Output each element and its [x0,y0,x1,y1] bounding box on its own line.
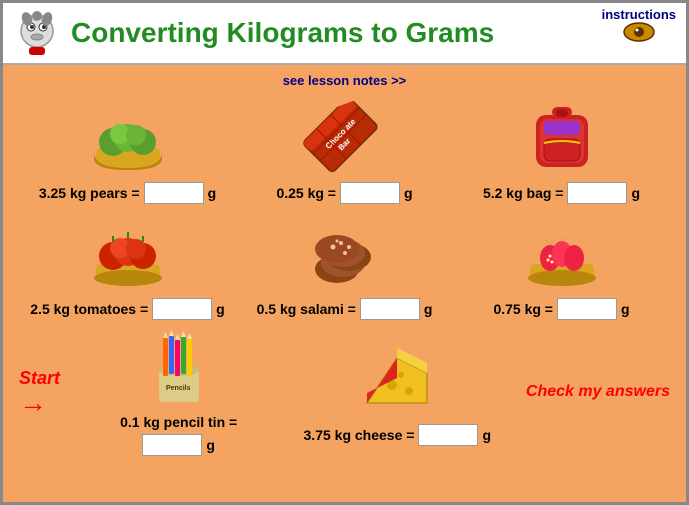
q6-label-row: 0.75 kg = g [493,298,629,320]
q2-input[interactable] [340,182,400,204]
instructions-label: instructions [602,7,676,22]
q2-label-row: 0.25 kg = g [276,182,412,204]
app-container: Converting Kilograms to Grams instructio… [0,0,689,505]
backpack-image [526,97,598,175]
pencils-image: Pencils [144,328,214,408]
cell-cheese: 3.75 kg cheese = g [297,338,497,446]
instructions-button[interactable]: instructions [602,7,676,42]
q5-label-row: 0.5 kg salami = g [257,298,433,320]
q1-label: 3.25 kg pears = [39,185,140,201]
start-label[interactable]: Start [19,368,60,389]
cell-salami: 0.5 kg salami = g [236,212,453,320]
header: Converting Kilograms to Grams instructio… [3,3,686,65]
cell-strawberries: 0.75 kg = g [453,212,670,320]
cheese-image [357,343,437,413]
page-title: Converting Kilograms to Grams [71,17,676,49]
cell-tomatoes: 2.5 kg tomatoes = g [19,212,236,320]
svg-text:Pencils: Pencils [166,385,191,392]
cell-backpack: 5.2 kg bag = g [453,96,670,204]
q8-label: 3.75 kg cheese = [304,427,415,443]
q7-label-row: 0.1 kg pencil tin = g [89,414,269,456]
start-arrow[interactable]: → [19,389,47,417]
pears-image [88,100,168,172]
eye-icon [623,22,655,42]
q6-unit: g [621,301,630,317]
q8-input[interactable] [418,424,478,446]
lesson-notes-link[interactable]: see lesson notes >> [19,73,670,88]
start-area: Start → [19,368,60,417]
q5-unit: g [424,301,433,317]
cell-chocolate: Chocolate Bar 0.25 kg = g [236,96,453,204]
q8-unit: g [482,427,491,443]
q1-input[interactable] [144,182,204,204]
q2-unit: g [404,185,413,201]
q4-label-row: 2.5 kg tomatoes = g [30,298,224,320]
tomatoes-image [88,216,168,288]
chocolate-image: Chocolate Bar [292,92,397,179]
salami-image [305,217,385,287]
q5-label: 0.5 kg salami = [257,301,356,317]
q1-label-row: 3.25 kg pears = g [39,182,216,204]
cell-pears: 3.25 kg pears = g [19,96,236,204]
q7-input[interactable] [142,434,202,456]
check-answers-label: Check my answers [526,383,670,400]
q4-input[interactable] [152,298,212,320]
check-answers-button[interactable]: Check my answers [526,383,670,401]
q8-label-row: 3.75 kg cheese = g [304,424,491,446]
q7-unit: g [206,437,215,453]
strawberries-image [522,216,602,288]
q4-unit: g [216,301,225,317]
q5-input[interactable] [360,298,420,320]
q6-input[interactable] [557,298,617,320]
q3-unit: g [631,185,640,201]
cell-pencils: Pencils [89,328,269,456]
q3-label-row: 5.2 kg bag = g [483,182,640,204]
q4-label: 2.5 kg tomatoes = [30,301,148,317]
logo-icon [13,9,61,57]
q3-label: 5.2 kg bag = [483,185,564,201]
q3-input[interactable] [567,182,627,204]
q6-label: 0.75 kg = [493,301,553,317]
q1-unit: g [208,185,217,201]
main-content: see lesson notes >> [3,65,686,502]
q7-label: 0.1 kg pencil tin = [120,414,237,430]
q2-label: 0.25 kg = [276,185,336,201]
